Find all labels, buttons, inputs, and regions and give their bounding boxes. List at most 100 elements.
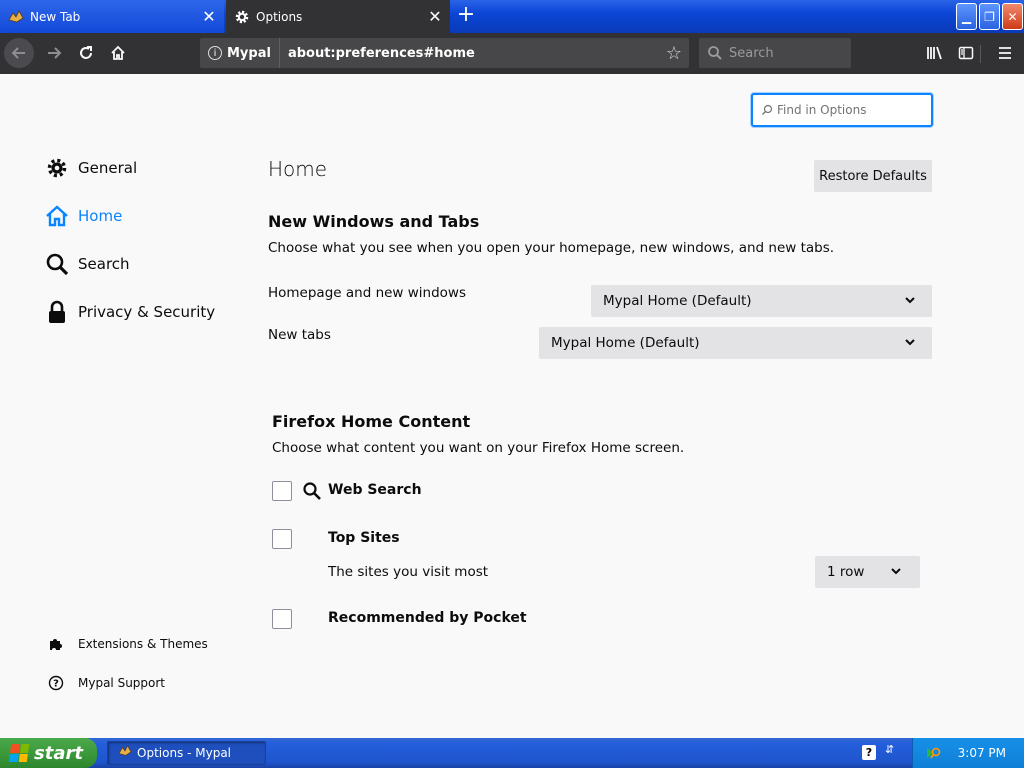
rows-select-value: 1 row [827,564,865,580]
forward-button[interactable] [38,38,70,68]
mypal-icon [118,745,132,761]
new-windows-description: Choose what you see when you open your h… [268,240,835,256]
nav-item-label: Home [78,207,123,225]
tab-label: New Tab [30,9,81,24]
restore-defaults-button[interactable]: Restore Defaults [814,160,932,192]
newtabs-select-value: Mypal Home (Default) [551,335,700,351]
search-icon [45,252,69,276]
nav-item-label: General [78,159,138,177]
homepage-label: Homepage and new windows [268,285,467,301]
mypal-icon [8,9,24,25]
nav-toolbar: i Mypal about:preferences#home ☆ Search [0,33,1024,74]
nav-item-label: Search [78,255,130,273]
sidebar-icon [958,46,974,60]
new-windows-heading: New Windows and Tabs [268,212,480,231]
taskbar-item-label: Options - Mypal [137,746,232,760]
top-sites-label[interactable]: Top Sites [328,530,400,546]
footer-link-label: Mypal Support [78,676,166,690]
gear-icon [234,9,250,25]
start-label: start [34,742,83,764]
minimize-icon: ▁ [961,9,972,24]
nav-item-search[interactable]: Search [45,246,245,282]
new-tab-button[interactable]: + [454,4,478,28]
support-link[interactable]: ? Mypal Support [48,672,165,694]
chevron-down-icon [891,568,901,575]
taskbar-item-options[interactable]: Options - Mypal [107,741,266,765]
library-icon [927,46,942,60]
top-sites-rows-select[interactable]: 1 row [815,556,920,588]
nav-item-label: Privacy & Security [78,303,216,321]
restore-button[interactable]: ❐ [979,3,1000,30]
system-tray: 3:07 PM [912,738,1024,768]
url-bar[interactable]: i Mypal about:preferences#home ☆ [200,38,689,68]
web-search-checkbox[interactable] [272,481,292,501]
identity-label: Mypal [227,45,271,61]
footer-link-label: Extensions & Themes [78,637,208,651]
arrow-left-icon [11,47,25,59]
pocket-label[interactable]: Recommended by Pocket [328,610,527,626]
reload-button[interactable] [70,38,102,68]
home-content-description: Choose what content you want on your Fir… [272,440,685,456]
tab-options[interactable]: Options ✕ [226,0,450,33]
find-in-options-input[interactable]: Find in Options [751,93,933,127]
top-sites-description: The sites you visit most [328,564,489,580]
home-icon [111,45,125,60]
nav-item-home[interactable]: Home [45,198,245,234]
menu-button[interactable] [990,38,1020,68]
tab-label: Options [256,9,303,24]
home-icon [45,204,69,228]
close-tab-icon[interactable]: ✕ [198,6,220,28]
home-content-heading: Firefox Home Content [272,412,471,431]
gear-icon [45,156,69,180]
clock[interactable]: 3:07 PM [958,746,1006,760]
newtabs-select[interactable]: Mypal Home (Default) [539,327,932,359]
web-search-label[interactable]: Web Search [328,482,422,498]
bookmark-star-icon[interactable]: ☆ [659,43,689,64]
homepage-select-value: Mypal Home (Default) [603,293,752,309]
extensions-themes-link[interactable]: Extensions & Themes [48,633,208,655]
nav-item-privacy[interactable]: Privacy & Security [45,294,245,330]
lock-icon [45,300,69,324]
reload-icon [80,46,92,59]
tab-new-tab[interactable]: New Tab ✕ [0,0,224,33]
chevron-down-icon [905,339,915,346]
newtabs-label: New tabs [268,327,331,343]
pocket-checkbox[interactable] [272,609,292,629]
chevron-down-icon [905,297,915,304]
help-icon: ? [48,675,64,691]
search-icon [762,104,773,115]
help-tray-icon[interactable]: ? [862,745,876,760]
nav-item-general[interactable]: General [45,150,245,186]
svg-text:?: ? [53,679,59,690]
close-window-button[interactable]: ✕ [1002,3,1023,30]
hamburger-icon [999,47,1011,59]
home-button[interactable] [102,38,134,68]
network-icon[interactable]: ⇵ [885,743,894,756]
search-bar[interactable]: Search [699,38,851,68]
toolbar-divider [980,45,981,63]
site-identity[interactable]: i Mypal [200,38,280,68]
sidebar-toggle-button[interactable] [951,38,981,68]
taskbar: start Options - Mypal ? ⇵ 3:07 PM [0,738,1024,768]
close-icon: ✕ [1007,9,1018,24]
arrow-right-icon [48,47,62,59]
library-button[interactable] [920,38,950,68]
search-icon [303,482,321,500]
close-tab-icon[interactable]: ✕ [424,6,446,28]
puzzle-icon [48,636,64,652]
restore-icon: ❐ [984,9,995,24]
search-icon [708,46,722,60]
tray-app-icon[interactable] [925,745,941,761]
windows-logo-icon [8,744,30,762]
url-text[interactable]: about:preferences#home [280,46,659,61]
top-sites-checkbox[interactable] [272,529,292,549]
page-title: Home [268,157,328,181]
homepage-select[interactable]: Mypal Home (Default) [591,285,932,317]
minimize-button[interactable]: ▁ [956,3,977,30]
back-button[interactable] [4,38,34,68]
info-icon: i [208,46,222,60]
tab-strip: New Tab ✕ Options ✕ + ▁ ❐ ✕ [0,0,1024,33]
search-placeholder: Search [729,45,774,61]
find-placeholder: Find in Options [777,103,867,117]
start-button[interactable]: start [0,738,97,768]
